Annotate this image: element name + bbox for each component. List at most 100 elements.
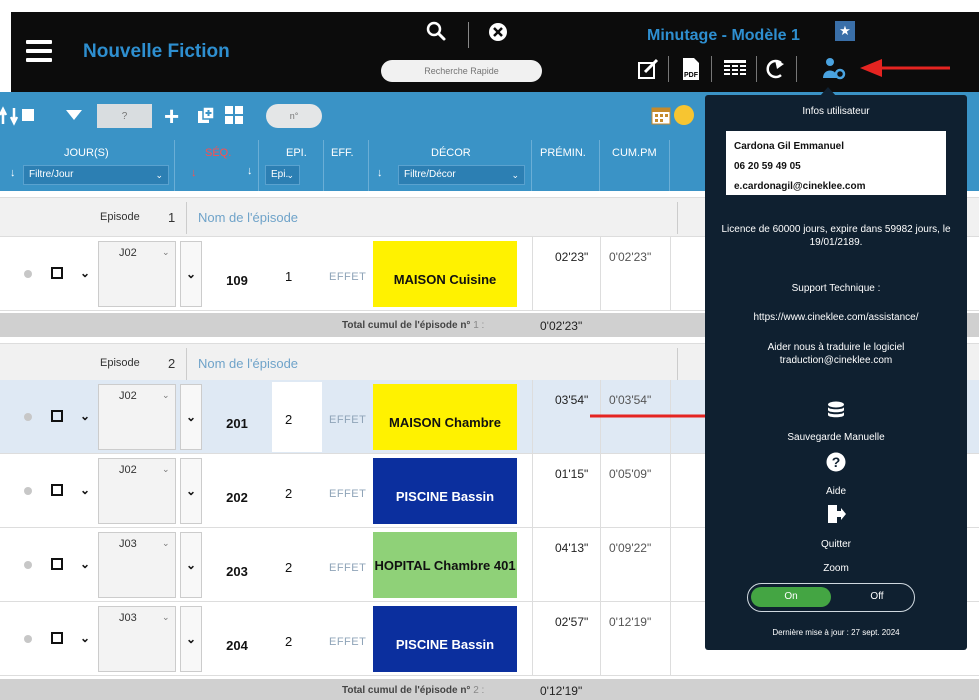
day-value: J02 [119,390,137,402]
decor-cell[interactable]: HOPITAL Chambre 401 [373,532,517,598]
episode-value: 2 [285,412,293,427]
add-icon[interactable]: + [164,103,179,129]
episode-value: 2 [285,560,293,575]
chevron-down-icon[interactable]: ⌄ [80,409,90,423]
share-icon[interactable] [763,57,787,81]
duplicate-icon[interactable] [197,106,215,124]
decor-filter-value: Filtre/Décor [404,169,456,180]
calendar-icon[interactable] [651,105,671,125]
clear-search-icon[interactable] [487,21,509,43]
grid-view-icon[interactable] [225,106,243,124]
selection-arrows-icon[interactable] [0,106,92,126]
support-url-link[interactable]: https://www.cineklee.com/assistance/ [713,311,959,324]
day-select[interactable]: J02 ⌄ [98,384,176,450]
top-bar: Nouvelle Fiction Minutage - Modèle 1 ★ P… [0,0,979,92]
effet-label[interactable]: EFFET [329,488,366,500]
seq-dropdown[interactable]: ⌄ [180,458,202,524]
edit-icon[interactable] [636,57,660,81]
cumpm-value: 0'12'19" [609,615,652,629]
total-label-text: Total cumul de l'épisode n° [342,685,471,696]
decor-cell[interactable]: PISCINE Bassin [373,458,517,524]
user-card: Cardona Gil Emmanuel 06 20 59 49 05 e.ca… [726,131,946,195]
sort-arrow-red-icon[interactable]: ↓ [191,167,197,179]
manual-save-button[interactable]: Sauvegarde Manuelle [713,431,959,444]
day-select[interactable]: J02 ⌄ [98,241,176,307]
row-checkbox[interactable] [51,410,63,422]
seq-dropdown[interactable]: ⌄ [180,606,202,672]
column-days: JOUR(S) ↓ Filtre/Jour ⌄ [0,140,175,191]
smiley-icon[interactable] [674,105,694,125]
episode-number-input[interactable] [266,104,322,128]
row-checkbox[interactable] [51,267,63,279]
user-settings-icon[interactable] [822,57,846,81]
quit-button[interactable]: Quitter [713,538,959,551]
table-icon[interactable] [723,57,747,81]
chevron-down-icon: ⌄ [162,390,170,400]
seq-dropdown[interactable]: ⌄ [180,532,202,598]
support-label: Support Technique : [791,283,881,294]
pdf-icon[interactable]: PDF [679,57,703,81]
column-epi-label: EPI. [286,147,307,159]
day-value: J03 [119,538,137,550]
episode-name-field[interactable]: Nom de l'épisode [198,356,298,371]
zoom-on-option[interactable]: On [751,587,831,607]
premin-value: 01'15" [555,467,589,481]
decor-cell[interactable]: MAISON Chambre [373,384,517,450]
effet-label[interactable]: EFFET [329,414,366,426]
decor-cell[interactable]: MAISON Cuisine [373,241,517,307]
number-input[interactable] [97,104,152,128]
database-save-icon[interactable] [826,401,846,421]
total-episode-number: 2 : [473,685,485,696]
episode-number: 1 [168,210,176,225]
day-select[interactable]: J02 ⌄ [98,458,176,524]
effet-label[interactable]: EFFET [329,271,366,283]
divider [532,237,533,311]
chevron-down-icon[interactable]: ⌄ [80,266,90,280]
popover-title: Infos utilisateur [802,106,870,117]
zoom-off-option[interactable]: Off [844,587,910,607]
quick-search-input[interactable] [381,60,542,82]
menu-icon[interactable] [26,40,52,62]
day-select[interactable]: J03 ⌄ [98,606,176,672]
seq-dropdown[interactable]: ⌄ [180,241,202,307]
star-icon[interactable]: ★ [835,21,855,41]
effet-label[interactable]: EFFET [329,636,366,648]
column-premin: PRÉMIN. [532,140,600,191]
help-button[interactable]: Aide [713,485,959,498]
translate-email-link[interactable]: traduction@cineklee.com [713,354,959,367]
divider [186,348,187,380]
divider [186,202,187,234]
toolbar-separator [668,56,669,82]
zoom-toggle[interactable]: On Off [747,583,915,612]
help-icon[interactable]: ? [826,452,846,472]
epi-filter-select[interactable]: Epi. ⌄ [265,165,300,185]
row-checkbox[interactable] [51,558,63,570]
decor-cell[interactable]: PISCINE Bassin [373,606,517,672]
episode-number: 2 [168,356,176,371]
toolbar-separator [711,56,712,82]
decor-filter-select[interactable]: Filtre/Décor ⌄ [398,165,525,185]
chevron-down-icon[interactable]: ⌄ [80,631,90,645]
cumpm-value: 0'02'23" [609,250,652,264]
seq-dropdown[interactable]: ⌄ [180,384,202,450]
episode-total-value: 0'12'19" [540,684,583,698]
chevron-down-icon[interactable]: ⌄ [80,483,90,497]
logout-icon[interactable] [826,504,846,524]
chevron-down-icon: ⌄ [186,558,197,572]
premin-value: 03'54" [555,393,589,407]
day-select[interactable]: J03 ⌄ [98,532,176,598]
search-icon[interactable] [425,20,447,42]
divider [532,528,533,602]
column-seq-label: SÉQ. [205,147,232,159]
row-checkbox[interactable] [51,632,63,644]
sort-arrow-icon[interactable]: ↓ [10,167,16,179]
days-filter-select[interactable]: Filtre/Jour ⌄ [23,165,169,185]
episode-name-field[interactable]: Nom de l'épisode [198,210,298,225]
toolbar-separator [756,56,757,82]
effet-label[interactable]: EFFET [329,562,366,574]
sort-arrow-icon[interactable]: ↓ [247,165,253,177]
divider [670,237,671,311]
chevron-down-icon[interactable]: ⌄ [80,557,90,571]
sort-arrow-icon[interactable]: ↓ [377,167,383,179]
row-checkbox[interactable] [51,484,63,496]
